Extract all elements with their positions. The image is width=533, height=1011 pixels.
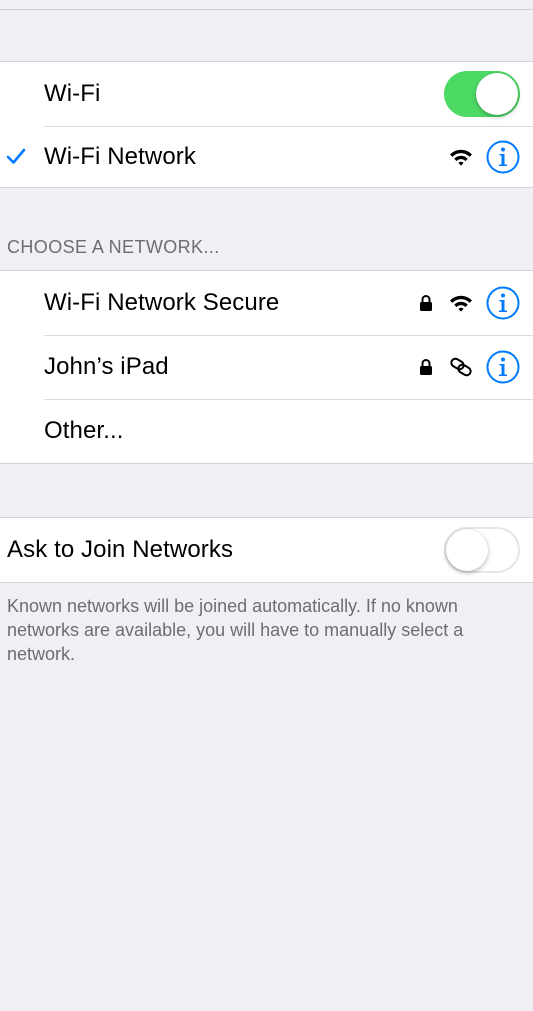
wifi-label: Wi-Fi [44,80,101,107]
info-icon[interactable] [486,140,520,174]
network-name: Wi-Fi Network Secure [44,289,280,316]
current-network-row[interactable]: Wi-Fi Network [0,126,533,187]
network-row[interactable]: John’s iPad [0,335,533,399]
top-divider [0,9,533,10]
personal-hotspot-link-icon [450,357,472,377]
section-header-choose-network: CHOOSE A NETWORK... [7,237,220,257]
wifi-icon [450,149,472,166]
wifi-icon [450,295,472,312]
toggle-knob [476,73,518,115]
lock-icon [420,359,432,375]
wifi-settings-screen: Wi-Fi Wi-Fi Network CHOOSE A NETWORK... [0,0,533,1011]
wifi-toggle[interactable] [444,71,520,117]
ask-to-join-footer-note: Known networks will be joined automatica… [7,596,464,664]
info-icon[interactable] [486,286,520,320]
wifi-group: Wi-Fi Wi-Fi Network [0,61,533,188]
ask-to-join-row: Ask to Join Networks [0,518,533,582]
other-network-label: Other... [44,417,124,444]
wifi-toggle-row: Wi-Fi [0,62,533,126]
network-row[interactable]: Wi-Fi Network Secure [0,271,533,335]
ask-to-join-label: Ask to Join Networks [7,536,234,563]
ask-to-join-group: Ask to Join Networks [0,517,533,583]
other-network-row[interactable]: Other... [0,399,533,463]
info-icon[interactable] [486,350,520,384]
toggle-knob [446,529,488,571]
network-name: John’s iPad [44,353,169,380]
current-network-name: Wi-Fi Network [44,142,196,170]
networks-group: Wi-Fi Network Secure John’s iPad Other..… [0,270,533,464]
ask-to-join-toggle[interactable] [444,527,520,573]
checkmark-icon [6,148,26,164]
lock-icon [420,295,432,311]
